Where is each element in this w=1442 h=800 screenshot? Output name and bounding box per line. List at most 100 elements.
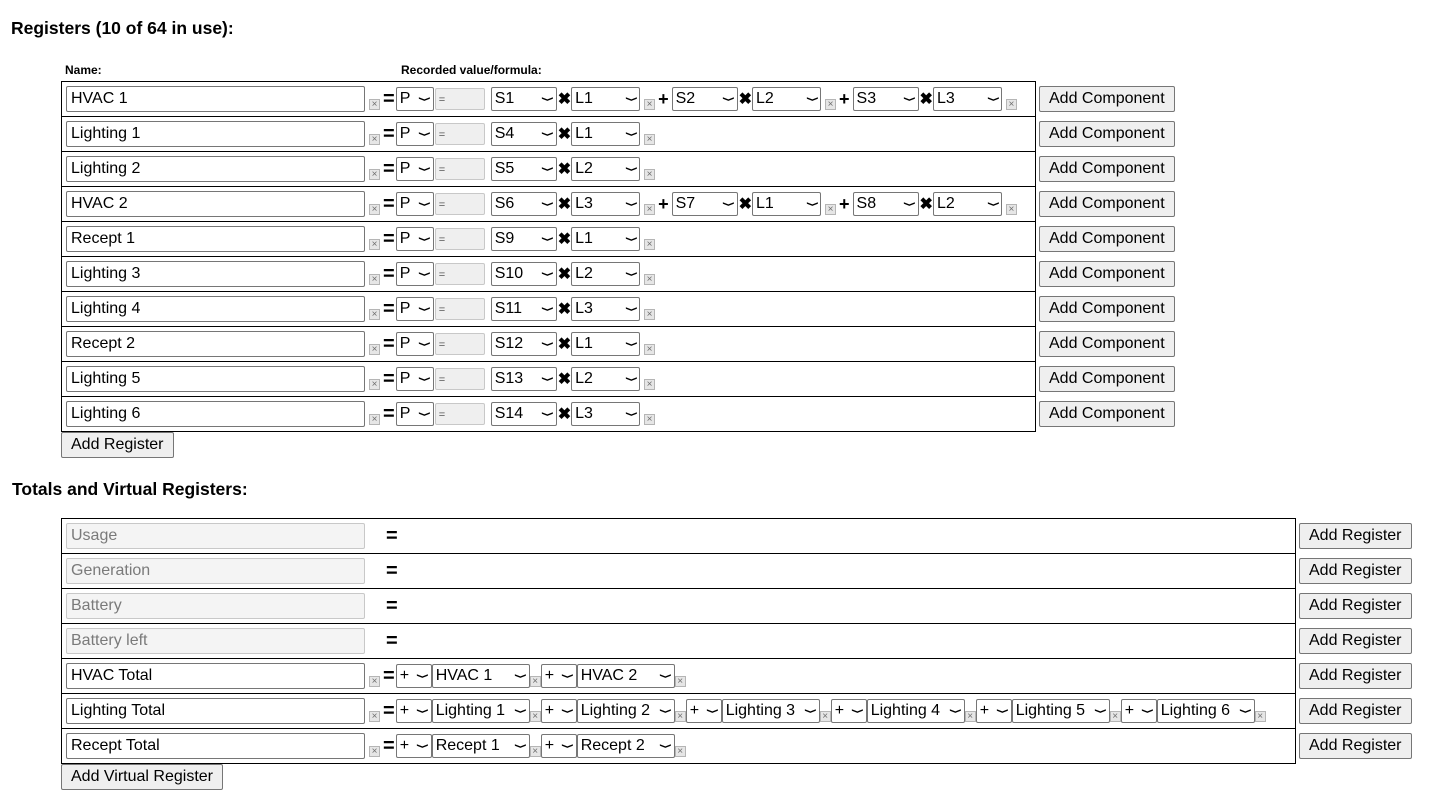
register-select[interactable]: Lighting 6 ❯ xyxy=(1156,699,1255,723)
add-register-term-button[interactable]: Add Register xyxy=(1299,628,1412,654)
add-register-term-button[interactable]: Add Register xyxy=(1299,733,1412,759)
remove-register-icon[interactable]: × xyxy=(369,238,380,250)
type-select[interactable]: P ❯ xyxy=(395,227,434,251)
register-select[interactable]: HVAC 1 ❯ xyxy=(431,664,530,688)
remove-register-icon[interactable]: × xyxy=(369,413,380,425)
register-name-input[interactable]: Lighting 3 xyxy=(66,261,365,287)
operator-select[interactable]: + ❯ xyxy=(395,699,432,723)
sensor-select[interactable]: S13 ❯ xyxy=(490,367,557,391)
add-component-button[interactable]: Add Component xyxy=(1039,226,1175,252)
remove-register-icon[interactable]: × xyxy=(369,710,380,722)
register-name-input[interactable]: HVAC 2 xyxy=(66,191,365,217)
line-select[interactable]: L3 ❯ xyxy=(932,87,1002,111)
virtual-register-name-input[interactable]: Lighting Total xyxy=(66,698,365,724)
virtual-register-name-input[interactable]: HVAC Total xyxy=(66,663,365,689)
operator-select[interactable]: + ❯ xyxy=(540,699,577,723)
type-select[interactable]: P ❯ xyxy=(395,402,434,426)
type-select[interactable]: P ❯ xyxy=(395,367,434,391)
type-select[interactable]: P ❯ xyxy=(395,297,434,321)
register-select[interactable]: Lighting 1 ❯ xyxy=(431,699,530,723)
add-register-term-button[interactable]: Add Register xyxy=(1299,593,1412,619)
remove-register-icon[interactable]: × xyxy=(369,168,380,180)
remove-register-icon[interactable]: × xyxy=(369,378,380,390)
register-select[interactable]: HVAC 2 ❯ xyxy=(576,664,675,688)
register-select[interactable]: Recept 1 ❯ xyxy=(431,734,530,758)
sensor-select[interactable]: S11 ❯ xyxy=(490,297,557,321)
add-component-button[interactable]: Add Component xyxy=(1039,191,1175,217)
sensor-select[interactable]: S9 ❯ xyxy=(490,227,557,251)
type-select[interactable]: P ❯ xyxy=(395,332,434,356)
line-select[interactable]: L3 ❯ xyxy=(571,402,641,426)
add-register-term-button[interactable]: Add Register xyxy=(1299,663,1412,689)
add-component-button[interactable]: Add Component xyxy=(1039,156,1175,182)
line-select[interactable]: L2 ❯ xyxy=(571,157,641,181)
remove-component-icon[interactable]: × xyxy=(1005,203,1017,215)
register-name-input[interactable]: Lighting 5 xyxy=(66,366,365,392)
sensor-select[interactable]: S2 ❯ xyxy=(671,87,738,111)
remove-component-icon[interactable]: × xyxy=(644,273,656,285)
register-name-input[interactable]: Lighting 6 xyxy=(66,401,365,427)
register-select[interactable]: Lighting 3 ❯ xyxy=(721,699,820,723)
operator-select[interactable]: + ❯ xyxy=(975,699,1012,723)
operator-select[interactable]: + ❯ xyxy=(830,699,867,723)
remove-component-icon[interactable]: × xyxy=(644,168,656,180)
add-component-button[interactable]: Add Component xyxy=(1039,296,1175,322)
line-select[interactable]: L2 ❯ xyxy=(932,192,1002,216)
register-name-input[interactable]: Lighting 2 xyxy=(66,156,365,182)
line-select[interactable]: L2 ❯ xyxy=(571,367,641,391)
line-select[interactable]: L1 ❯ xyxy=(571,227,641,251)
sensor-select[interactable]: S5 ❯ xyxy=(490,157,557,181)
register-select[interactable]: Lighting 4 ❯ xyxy=(866,699,965,723)
remove-register-icon[interactable]: × xyxy=(369,745,380,757)
remove-register-icon[interactable]: × xyxy=(369,203,380,215)
sensor-select[interactable]: S10 ❯ xyxy=(490,262,557,286)
add-register-term-button[interactable]: Add Register xyxy=(1299,558,1412,584)
virtual-register-name-input[interactable]: Recept Total xyxy=(66,733,365,759)
remove-component-icon[interactable]: × xyxy=(825,98,837,110)
add-register-term-button[interactable]: Add Register xyxy=(1299,523,1412,549)
register-name-input[interactable]: HVAC 1 xyxy=(66,86,365,112)
add-register-term-button[interactable]: Add Register xyxy=(1299,698,1412,724)
remove-register-icon[interactable]: × xyxy=(369,675,380,687)
sensor-select[interactable]: S3 ❯ xyxy=(852,87,919,111)
remove-component-icon[interactable]: × xyxy=(644,343,656,355)
line-select[interactable]: L2 ❯ xyxy=(571,262,641,286)
remove-register-icon[interactable]: × xyxy=(369,308,380,320)
remove-component-icon[interactable]: × xyxy=(644,238,656,250)
line-select[interactable]: L2 ❯ xyxy=(752,87,822,111)
line-select[interactable]: L3 ❯ xyxy=(571,192,641,216)
register-name-input[interactable]: Lighting 1 xyxy=(66,121,365,147)
add-component-button[interactable]: Add Component xyxy=(1039,401,1175,427)
operator-select[interactable]: + ❯ xyxy=(395,734,432,758)
remove-component-icon[interactable]: × xyxy=(1005,98,1017,110)
register-name-input[interactable]: Recept 2 xyxy=(66,331,365,357)
line-select[interactable]: L3 ❯ xyxy=(571,297,641,321)
register-name-input[interactable]: Recept 1 xyxy=(66,226,365,252)
sensor-select[interactable]: S4 ❯ xyxy=(490,122,557,146)
type-select[interactable]: P ❯ xyxy=(395,157,434,181)
operator-select[interactable]: + ❯ xyxy=(540,664,577,688)
add-component-button[interactable]: Add Component xyxy=(1039,366,1175,392)
remove-component-icon[interactable]: × xyxy=(825,203,837,215)
remove-component-icon[interactable]: × xyxy=(644,413,656,425)
type-select[interactable]: P ❯ xyxy=(395,262,434,286)
add-component-button[interactable]: Add Component xyxy=(1039,86,1175,112)
remove-component-icon[interactable]: × xyxy=(644,133,656,145)
remove-component-icon[interactable]: × xyxy=(644,98,656,110)
remove-register-icon[interactable]: × xyxy=(369,273,380,285)
register-select[interactable]: Lighting 2 ❯ xyxy=(576,699,675,723)
add-component-button[interactable]: Add Component xyxy=(1039,261,1175,287)
sensor-select[interactable]: S1 ❯ xyxy=(490,87,557,111)
remove-component-icon[interactable]: × xyxy=(644,203,656,215)
sensor-select[interactable]: S6 ❯ xyxy=(490,192,557,216)
type-select[interactable]: P ❯ xyxy=(395,122,434,146)
sensor-select[interactable]: S12 ❯ xyxy=(490,332,557,356)
line-select[interactable]: L1 ❯ xyxy=(571,122,641,146)
type-select[interactable]: P ❯ xyxy=(395,87,434,111)
type-select[interactable]: P ❯ xyxy=(395,192,434,216)
sensor-select[interactable]: S8 ❯ xyxy=(852,192,919,216)
add-register-button[interactable]: Add Register xyxy=(61,432,174,458)
remove-register-icon[interactable]: × xyxy=(369,133,380,145)
add-component-button[interactable]: Add Component xyxy=(1039,121,1175,147)
add-component-button[interactable]: Add Component xyxy=(1039,331,1175,357)
